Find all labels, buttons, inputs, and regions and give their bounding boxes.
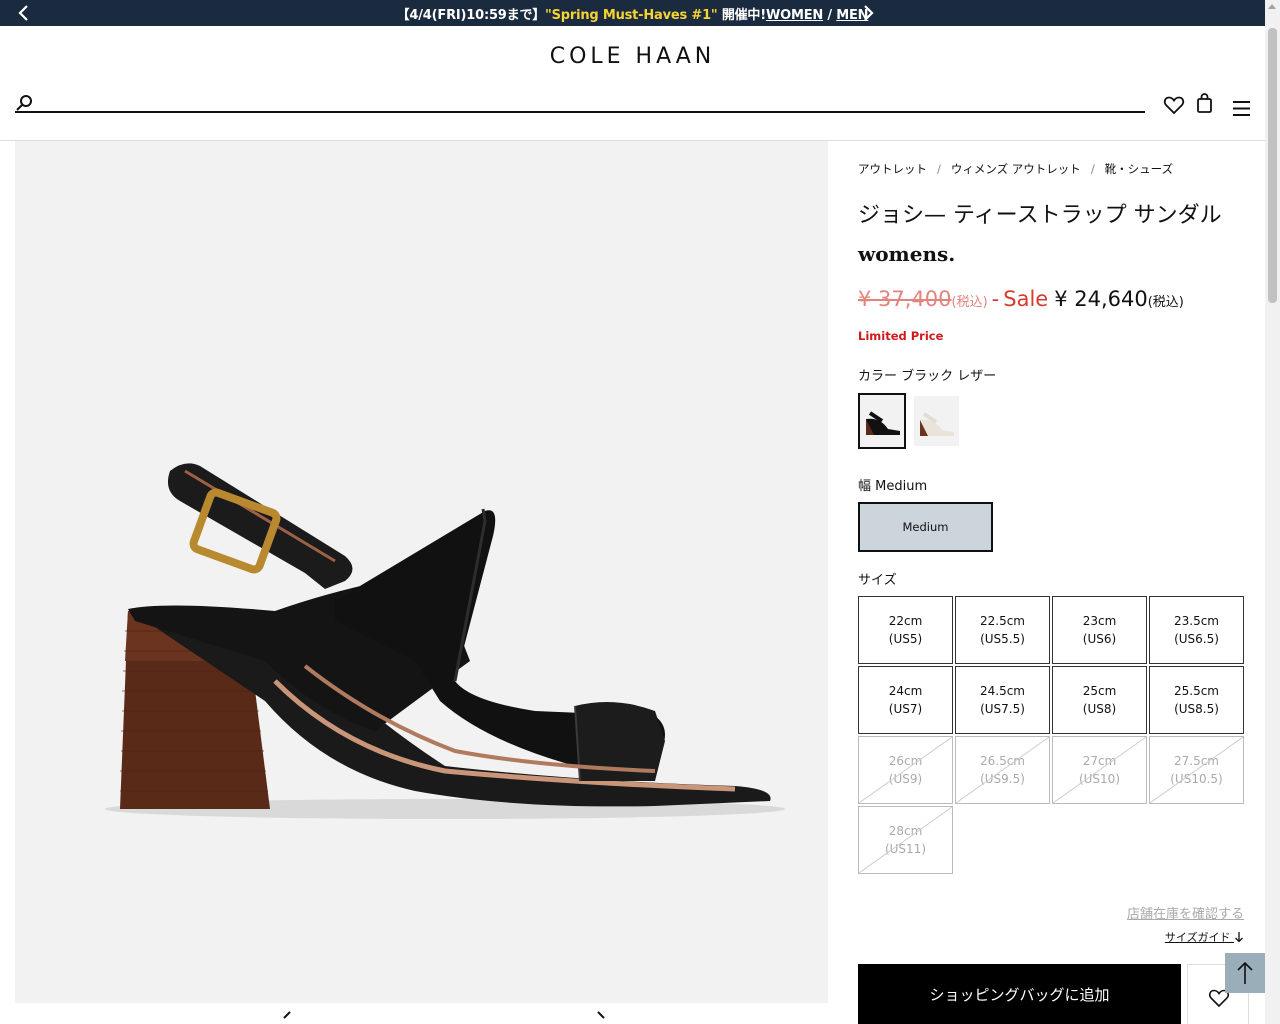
size-option: 26.5cm (US9.5) bbox=[955, 736, 1050, 804]
price-block: ¥ 37,400(税込) - Sale ¥ 24,640(税込) bbox=[858, 287, 1184, 311]
size-us: (US5.5) bbox=[980, 632, 1025, 646]
scrollbar-thumb[interactable] bbox=[1268, 28, 1277, 303]
sale-label: Sale bbox=[1003, 287, 1049, 311]
shopping-bag-icon[interactable] bbox=[1194, 92, 1216, 114]
size-option[interactable]: 24.5cm (US7.5) bbox=[955, 666, 1050, 734]
back-to-top-button[interactable] bbox=[1225, 953, 1265, 993]
size-cm: 23cm bbox=[1082, 614, 1117, 628]
size-cm: 22cm bbox=[888, 614, 923, 628]
hamburger-menu-icon[interactable] bbox=[1231, 98, 1253, 120]
sandal-illustration bbox=[105, 463, 785, 819]
size-option: 27.5cm (US10.5) bbox=[1149, 736, 1244, 804]
breadcrumb-separator: / bbox=[1090, 162, 1095, 176]
size-label: サイズ bbox=[858, 573, 897, 588]
promo-middle: 開催中! bbox=[717, 8, 766, 23]
size-us: (US7) bbox=[888, 702, 923, 716]
size-option: 28cm (US11) bbox=[858, 806, 953, 874]
size-cm: 25.5cm bbox=[1173, 684, 1219, 698]
original-price: ¥ 37,400 bbox=[858, 287, 952, 311]
search-underline bbox=[15, 111, 1145, 113]
size-cm: 24cm bbox=[888, 684, 923, 698]
size-cm: 24.5cm bbox=[979, 684, 1025, 698]
product-title-main: ジョシ— ティーストラップ サンダル bbox=[858, 203, 1222, 228]
size-guide-link[interactable]: サイズガイド bbox=[1165, 929, 1244, 945]
scroll-up-arrow[interactable] bbox=[1268, 4, 1276, 9]
size-us: (US6.5) bbox=[1174, 632, 1219, 646]
add-to-bag-button[interactable]: ショッピングバッグに追加 bbox=[858, 964, 1181, 1024]
size-option[interactable]: 23.5cm (US6.5) bbox=[1149, 596, 1244, 664]
unavailable-slash bbox=[859, 737, 952, 803]
promo-slash: / bbox=[823, 8, 837, 23]
size-guide-label: サイズガイド bbox=[1164, 931, 1231, 944]
product-title-gender: womens. bbox=[858, 242, 956, 266]
size-option[interactable]: 25.5cm (US8.5) bbox=[1149, 666, 1244, 734]
size-option[interactable]: 22cm (US5) bbox=[858, 596, 953, 664]
size-cm: 22.5cm bbox=[979, 614, 1025, 628]
width-option-medium[interactable]: Medium bbox=[858, 502, 993, 552]
swatch-white-thumbnail bbox=[920, 412, 954, 436]
swatch-black-thumbnail bbox=[866, 411, 900, 435]
color-label: カラー ブラック レザー bbox=[858, 369, 997, 384]
size-us: (US8.5) bbox=[1174, 702, 1219, 716]
promo-highlight: "Spring Must-Haves #1" bbox=[545, 8, 718, 23]
sale-price-tax: (税込) bbox=[1147, 295, 1184, 310]
store-stock-link[interactable]: 店舗在庫を確認する bbox=[1127, 903, 1244, 922]
product-image[interactable] bbox=[15, 141, 828, 1003]
size-option[interactable]: 23cm (US6) bbox=[1052, 596, 1147, 664]
size-us: (US8) bbox=[1082, 702, 1117, 716]
color-swatch-black[interactable] bbox=[858, 393, 906, 449]
color-swatch-white[interactable] bbox=[914, 396, 959, 446]
promo-women-link[interactable]: WOMEN bbox=[766, 8, 823, 23]
search-icon[interactable] bbox=[15, 93, 35, 113]
unavailable-slash bbox=[1053, 737, 1146, 803]
product-title: ジョシ— ティーストラップ サンダル womens. bbox=[858, 197, 1222, 273]
breadcrumb: アウトレット / ウィメンズ アウトレット / 靴・シューズ bbox=[858, 161, 1173, 177]
chevron-left-icon[interactable] bbox=[280, 1010, 294, 1024]
size-option[interactable]: 22.5cm (US5.5) bbox=[955, 596, 1050, 664]
size-option[interactable]: 24cm (US7) bbox=[858, 666, 953, 734]
unavailable-slash bbox=[1150, 737, 1243, 803]
size-us: (US6) bbox=[1082, 632, 1117, 646]
unavailable-slash bbox=[956, 737, 1049, 803]
original-price-tax: (税込) bbox=[951, 295, 988, 310]
breadcrumb-shoes[interactable]: 靴・シューズ bbox=[1105, 162, 1173, 176]
size-option: 26cm (US9) bbox=[858, 736, 953, 804]
promo-prefix: 【4/4(FRI)10:59まで】 bbox=[396, 8, 546, 23]
promo-banner: 【4/4(FRI)10:59まで】"Spring Must-Haves #1" … bbox=[0, 0, 1265, 26]
page-scrollbar[interactable] bbox=[1265, 0, 1280, 1024]
unavailable-slash bbox=[859, 807, 952, 873]
size-us: (US7.5) bbox=[980, 702, 1025, 716]
width-label: 幅 Medium bbox=[858, 479, 928, 494]
breadcrumb-separator: / bbox=[937, 162, 941, 176]
arrow-up-icon bbox=[1237, 961, 1253, 984]
breadcrumb-outlet[interactable]: アウトレット bbox=[858, 162, 927, 176]
promo-message: 【4/4(FRI)10:59まで】"Spring Must-Haves #1" … bbox=[0, 4, 1265, 23]
chevron-right-icon[interactable] bbox=[594, 1010, 608, 1024]
size-cm: 25cm bbox=[1082, 684, 1117, 698]
size-option: 27cm (US10) bbox=[1052, 736, 1147, 804]
sale-price: ¥ 24,640 bbox=[1054, 287, 1148, 311]
size-cm: 23.5cm bbox=[1173, 614, 1219, 628]
arrow-down-icon bbox=[1235, 932, 1243, 943]
heart-icon[interactable] bbox=[1163, 94, 1185, 116]
brand-logo[interactable]: COLE HAAN bbox=[0, 44, 1265, 69]
chevron-right-icon[interactable] bbox=[858, 3, 878, 23]
limited-price-badge: Limited Price bbox=[858, 329, 944, 343]
price-dash: - bbox=[991, 287, 1000, 311]
size-option[interactable]: 25cm (US8) bbox=[1052, 666, 1147, 734]
size-us: (US5) bbox=[888, 632, 923, 646]
search-input[interactable] bbox=[40, 92, 1140, 110]
breadcrumb-womens-outlet[interactable]: ウィメンズ アウトレット bbox=[951, 162, 1081, 176]
